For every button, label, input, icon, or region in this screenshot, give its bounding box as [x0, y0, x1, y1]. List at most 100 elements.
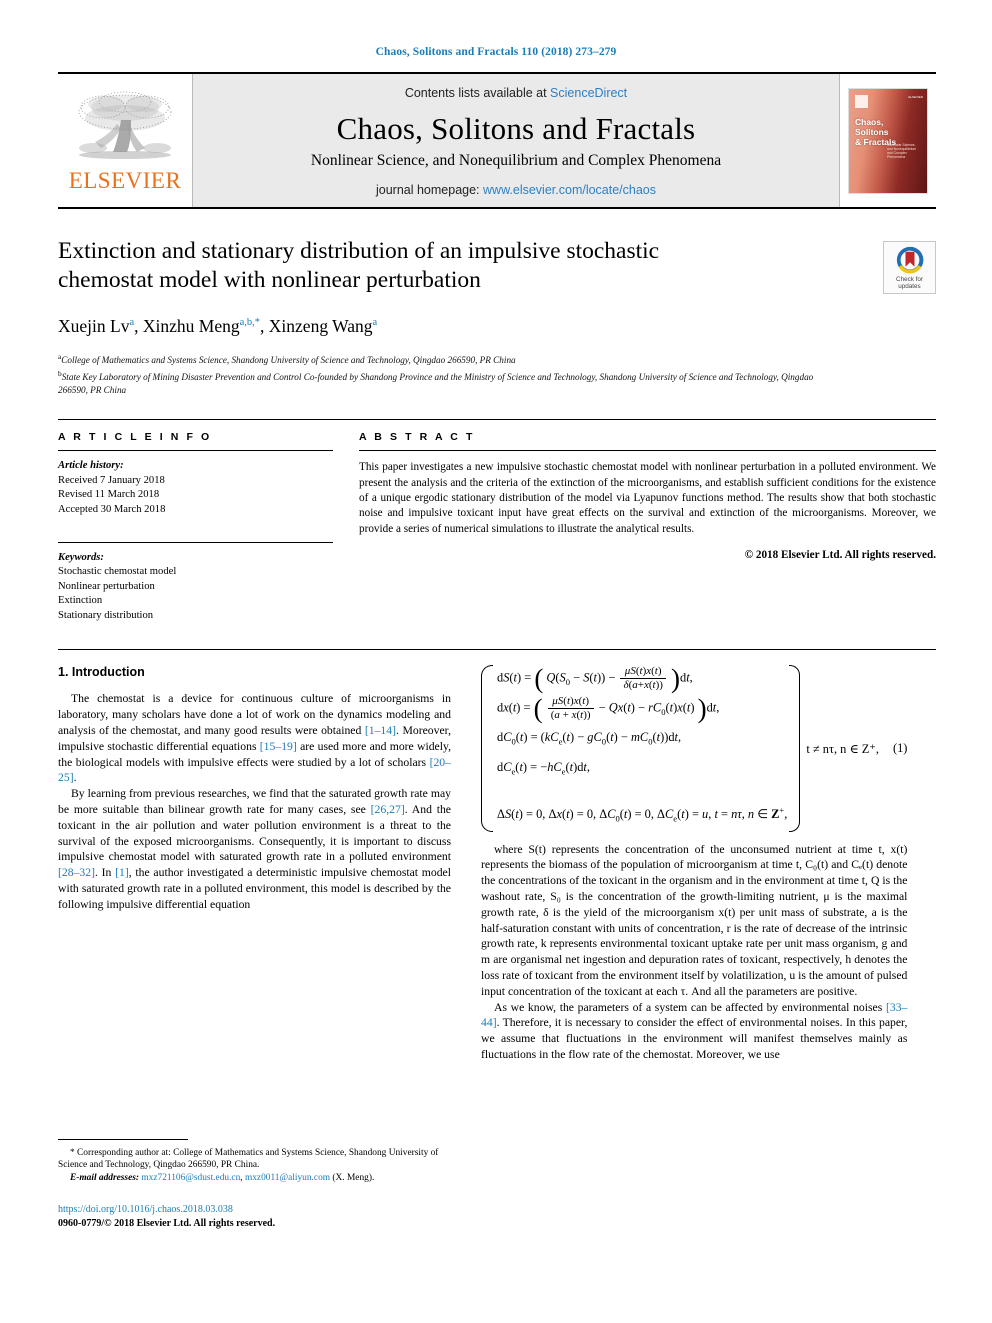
noise-paragraph: As we know, the parameters of a system c… — [481, 1000, 907, 1063]
keyword-item: Stochastic chemostat model — [58, 566, 177, 578]
cover-corner-text: ELSEVIER — [908, 94, 923, 99]
email-label: E-mail addresses: — [70, 1172, 140, 1183]
cover-publisher-mark-icon — [855, 94, 868, 108]
title-block: Extinction and stationary distribution o… — [58, 237, 936, 397]
sciencedirect-link[interactable]: ScienceDirect — [550, 86, 627, 100]
equation-row-4: dCe(t) = −hCe(t)dt, — [497, 759, 590, 777]
abstract-column: A B S T R A C T This paper investigates … — [359, 431, 936, 623]
author-1-affil-mark[interactable]: a — [129, 317, 134, 328]
where-paragraph: where S(t) represents the concentration … — [481, 842, 908, 998]
email-attribution: (X. Meng). — [330, 1172, 375, 1183]
keywords-rule — [58, 541, 333, 543]
author-3-name: Xinzeng Wang — [268, 316, 373, 336]
abstract-rule — [359, 450, 936, 452]
intro-paragraph-2: By learning from previous researches, we… — [58, 786, 451, 912]
body-right-column: dS(t) = ( Q(S0 − S(t)) − μS(t)x(t) δ(a+x(… — [481, 665, 907, 1062]
author-3-affil-mark[interactable]: a — [373, 317, 378, 328]
equation-row-2: dx(t) = ( μS(t)x(t) (a + x(t)) − Qx(t) − … — [497, 693, 720, 724]
keyword-item: Extinction — [58, 595, 103, 607]
page-title: Extinction and stationary distribution o… — [58, 238, 660, 293]
homepage-prefix: journal homepage: — [375, 183, 484, 197]
author-2: Xinzhu Menga,b,* — [143, 316, 260, 336]
history-revised: Revised 11 March 2018 — [58, 489, 160, 501]
noise-p-a: As we know, the parameters of a system c… — [494, 1000, 886, 1014]
crossmark-label-line-1: Check for — [896, 276, 923, 283]
elsevier-wordmark: ELSEVIER — [68, 167, 182, 193]
info-top-rule — [58, 419, 936, 421]
author-2-affil-mark[interactable]: a,b, — [240, 317, 255, 328]
author-1-name: Xuejin Lv — [58, 316, 130, 336]
citation-1[interactable]: [1] — [115, 866, 129, 879]
keywords-block: Keywords: Stochastic chemostat model Non… — [58, 551, 333, 624]
corresponding-author-star-icon[interactable]: * — [255, 317, 260, 328]
elsevier-logo: ELSEVIER — [58, 74, 193, 207]
email-link-1[interactable]: mxz721106@sdust.edu.cn — [141, 1173, 240, 1183]
noise-p-b: . Therefore, it is necessary to consider… — [481, 1016, 908, 1061]
doi-link[interactable]: https://doi.org/10.1016/j.chaos.2018.03.… — [58, 1203, 458, 1217]
journal-homepage-link[interactable]: www.elsevier.com/locate/chaos — [483, 183, 656, 197]
intro-p2-c: . In — [95, 866, 116, 880]
article-info-heading: A R T I C L E I N F O — [58, 431, 212, 444]
equation-right-brace — [789, 665, 801, 832]
footnote-email-line: E-mail addresses: mxz721106@sdust.edu.cn… — [70, 1172, 375, 1183]
intro-p1-d: . — [73, 771, 77, 785]
check-for-updates-icon — [896, 246, 923, 274]
abstract-rights: © 2018 Elsevier Ltd. All rights reserved… — [744, 549, 936, 562]
footnote-rule — [58, 1139, 188, 1140]
journal-cover-thumbnail: ELSEVIER Chaos, Solitons & Fractals Nonl… — [839, 74, 936, 207]
body-left-column: 1. Introduction The chemostat is a devic… — [58, 665, 451, 1062]
intro-paragraph-1: The chemostat is a device for continuous… — [58, 691, 451, 786]
contents-available-line: Contents lists available at ScienceDirec… — [193, 86, 839, 100]
author-3: Xinzeng Wanga — [269, 316, 377, 336]
equation-rows: dS(t) = ( Q(S0 − S(t)) − μS(t)x(t) δ(a+x(… — [497, 665, 787, 831]
masthead-bottom-rule — [58, 207, 936, 209]
crossmark-label: Check for updates — [896, 276, 923, 291]
author-list: Xuejin Lva, Xinzhu Menga,b,*, Xinzeng Wa… — [58, 316, 378, 336]
history-received: Received 7 January 2018 — [58, 474, 165, 486]
running-head: Chaos, Solitons and Fractals 110 (2018) … — [375, 46, 617, 58]
equation-row-1: dS(t) = ( Q(S0 − S(t)) − μS(t)x(t) δ(a+x(… — [497, 663, 693, 694]
cover-title-line-2: Solitons — [855, 126, 889, 137]
doi-block: https://doi.org/10.1016/j.chaos.2018.03.… — [58, 1203, 458, 1231]
masthead-center: Contents lists available at ScienceDirec… — [193, 74, 839, 207]
affiliation-b-text: State Key Laboratory of Mining Disaster … — [58, 372, 814, 396]
cover-blurb: Nonlinear Science, and Nonequilibrium an… — [887, 142, 917, 160]
article-info-rule — [58, 450, 333, 452]
equation-row-5: ΔS(t) = 0, Δx(t) = 0, ΔC0(t) = 0, ΔCe(t)… — [497, 805, 788, 824]
author-2-name: Xinzhu Meng — [142, 316, 240, 336]
body-top-rule — [58, 649, 936, 651]
body-columns: 1. Introduction The chemostat is a devic… — [58, 665, 936, 1062]
keyword-item: Stationary distribution — [58, 609, 154, 621]
citation-26-27[interactable]: [26,27] — [371, 803, 405, 816]
affiliation-a-text: College of Mathematics and Systems Scien… — [61, 355, 516, 366]
info-abstract-row: A R T I C L E I N F O Article history: R… — [58, 431, 936, 623]
equation-left-brace — [481, 665, 493, 832]
elsevier-tree-icon — [78, 91, 172, 159]
affiliations: aCollege of Mathematics and Systems Scie… — [58, 350, 818, 397]
corresponding-author-footnote: * Corresponding author at: College of Ma… — [58, 1139, 451, 1184]
citation-28-32[interactable]: [28–32] — [58, 866, 95, 879]
article-page: Chaos, Solitons and Fractals 110 (2018) … — [0, 0, 992, 1323]
article-history-label: Article history: — [58, 460, 124, 472]
citation-1-14[interactable]: [1–14] — [365, 724, 396, 737]
footnote-corr-text: Corresponding author at: College of Math… — [58, 1148, 439, 1171]
author-1: Xuejin Lva — [58, 316, 134, 336]
equation-number: (1) — [892, 741, 908, 756]
section-heading-introduction: 1. Introduction — [58, 665, 145, 680]
keywords-label: Keywords: — [58, 551, 104, 563]
journal-homepage-line: journal homepage: www.elsevier.com/locat… — [193, 183, 839, 197]
cover-title-line-1: Chaos, — [855, 116, 884, 127]
equation-1: dS(t) = ( Q(S0 − S(t)) − μS(t)x(t) δ(a+x(… — [481, 665, 908, 832]
crossmark-badge[interactable]: Check for updates — [883, 241, 936, 294]
article-history: Article history: Received 7 January 2018… — [58, 459, 333, 517]
article-info-column: A R T I C L E I N F O Article history: R… — [58, 431, 359, 623]
journal-masthead: ELSEVIER Contents lists available at Sci… — [58, 72, 936, 207]
keyword-item: Nonlinear perturbation — [58, 580, 155, 592]
citation-15-19[interactable]: [15–19] — [260, 740, 297, 753]
equation-row-3: dC0(t) = (kCe(t) − gC0(t) − mC0(t))dt, — [497, 730, 682, 747]
email-link-2[interactable]: mxz0011@aliyun.com — [245, 1173, 330, 1183]
issn-copyright-line: 0960-0779/© 2018 Elsevier Ltd. All right… — [58, 1218, 276, 1229]
history-accepted: Accepted 30 March 2018 — [58, 503, 166, 515]
abstract-heading: A B S T R A C T — [359, 431, 475, 444]
contents-prefix: Contents lists available at — [404, 86, 551, 100]
